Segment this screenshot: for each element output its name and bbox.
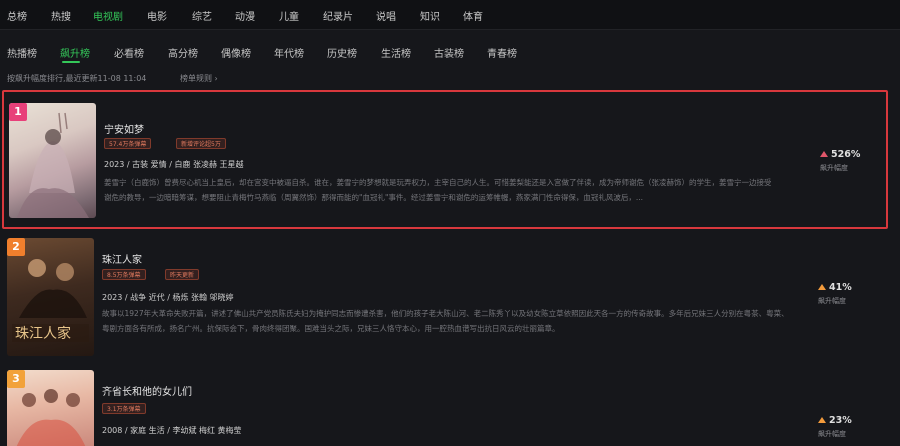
rank-badge: 2 — [7, 238, 25, 256]
rank-item-2[interactable]: 珠江人家 2 珠江人家 8.5万条弹幕 昨天更新 2023 / 战争 近代 / … — [0, 234, 900, 362]
top-nav-item-trending[interactable]: 热搜 — [51, 8, 71, 23]
trend-indicator: 41% 飙升幅度 — [818, 282, 878, 306]
chevron-right-icon: › — [214, 74, 218, 83]
poster-thumbnail[interactable]: 3 — [7, 370, 94, 446]
poster-thumbnail[interactable]: 珠江人家 2 — [7, 238, 94, 356]
rank-badge: 1 — [9, 103, 27, 121]
trend-indicator: 526% 飙升幅度 — [820, 149, 880, 173]
top-nav-item-tv-series[interactable]: 电视剧 — [93, 8, 123, 23]
top-nav-item-knowledge[interactable]: 知识 — [420, 8, 440, 23]
trend-label: 飙升幅度 — [818, 430, 846, 438]
top-nav-item-kids[interactable]: 儿童 — [279, 8, 299, 23]
trend-up-icon — [820, 151, 828, 157]
trend-percent: 526% — [831, 149, 861, 160]
sub-nav-item-hot[interactable]: 热播榜 — [7, 45, 37, 60]
item-title[interactable]: 珠江人家 — [102, 251, 142, 266]
trend-percent: 23% — [829, 415, 852, 426]
poster-thumbnail[interactable]: 1 — [9, 103, 96, 218]
sub-nav-item-rising[interactable]: 飙升榜 — [60, 45, 90, 60]
top-nav-item-documentary[interactable]: 纪录片 — [323, 8, 353, 23]
comment-tag: 新增评论超5万 — [176, 138, 226, 149]
trend-label: 飙升幅度 — [818, 297, 846, 305]
top-nav-item-variety[interactable]: 综艺 — [192, 8, 212, 23]
sub-nav: 热播榜 飙升榜 必看榜 高分榜 偶像榜 年代榜 历史榜 生活榜 古装榜 青春榜 — [0, 43, 900, 63]
sub-nav-item-life[interactable]: 生活榜 — [381, 45, 411, 60]
item-description: 姜雪宁（白鹿饰）曾费尽心机当上皇后，却在宫变中被逼自杀。谁在，姜雪宁的梦想就是玩… — [104, 178, 772, 202]
trend-label: 飙升幅度 — [820, 164, 848, 172]
sub-nav-item-idol[interactable]: 偶像榜 — [221, 45, 251, 60]
sub-nav-item-era[interactable]: 年代榜 — [274, 45, 304, 60]
rules-link-label: 榜单规则 — [180, 74, 212, 83]
sub-nav-item-history[interactable]: 历史榜 — [327, 45, 357, 60]
item-title[interactable]: 齐省长和他的女儿们 — [102, 383, 192, 398]
rank-badge: 3 — [7, 370, 25, 388]
danmaku-count-tag: 57.4万条弹幕 — [104, 138, 152, 149]
sub-nav-item-youth[interactable]: 青春榜 — [487, 45, 517, 60]
update-info: 按飙升幅度排行,最近更新11-08 11:04 — [7, 74, 147, 83]
top-nav-item-overall[interactable]: 总榜 — [7, 8, 27, 23]
top-nav-item-movies[interactable]: 电影 — [147, 8, 167, 23]
danmaku-count-tag: 3.1万条弹幕 — [102, 403, 146, 414]
item-title[interactable]: 宁安如梦 — [104, 121, 144, 136]
top-nav-item-sports[interactable]: 体育 — [463, 8, 483, 23]
trend-up-icon — [818, 417, 826, 423]
sub-nav-item-high-score[interactable]: 高分榜 — [168, 45, 198, 60]
sub-nav-item-costume[interactable]: 古装榜 — [434, 45, 464, 60]
trend-indicator: 23% 飙升幅度 — [818, 415, 878, 439]
rank-item-3[interactable]: 3 齐省长和他的女儿们 3.1万条弹幕 2008 / 家庭 生活 / 李幼斌 梅… — [0, 368, 900, 446]
update-tag: 昨天更新 — [165, 269, 200, 280]
danmaku-count-tag: 8.5万条弹幕 — [102, 269, 146, 280]
trend-up-icon — [818, 284, 826, 290]
svg-text:珠江人家: 珠江人家 — [15, 325, 71, 342]
rules-link[interactable]: 榜单规则 › — [180, 73, 218, 84]
rank-item-1[interactable]: 1 宁安如梦 57.4万条弹幕 新增评论超5万 2023 / 古装 爱情 / 白… — [2, 90, 888, 229]
active-tab-underline — [62, 61, 80, 63]
item-description: 故事以1927年大革命失败开篇，讲述了佛山共产党员陈氏夫妇为掩护同志而惨遭杀害，… — [102, 309, 789, 333]
trend-percent: 41% — [829, 282, 852, 293]
item-meta: 2008 / 家庭 生活 / 李幼斌 梅红 黄梅莹 — [102, 426, 242, 435]
item-meta: 2023 / 古装 爱情 / 白鹿 张凌赫 王星越 — [104, 160, 244, 169]
item-meta: 2023 / 战争 近代 / 杨烁 张翰 邬晓婷 — [102, 293, 234, 302]
sub-nav-item-must-watch[interactable]: 必看榜 — [114, 45, 144, 60]
top-nav: 总榜 热搜 电视剧 电影 综艺 动漫 儿童 纪录片 说唱 知识 体育 — [0, 0, 900, 30]
top-nav-item-rap[interactable]: 说唱 — [376, 8, 396, 23]
top-nav-item-anime[interactable]: 动漫 — [235, 8, 255, 23]
